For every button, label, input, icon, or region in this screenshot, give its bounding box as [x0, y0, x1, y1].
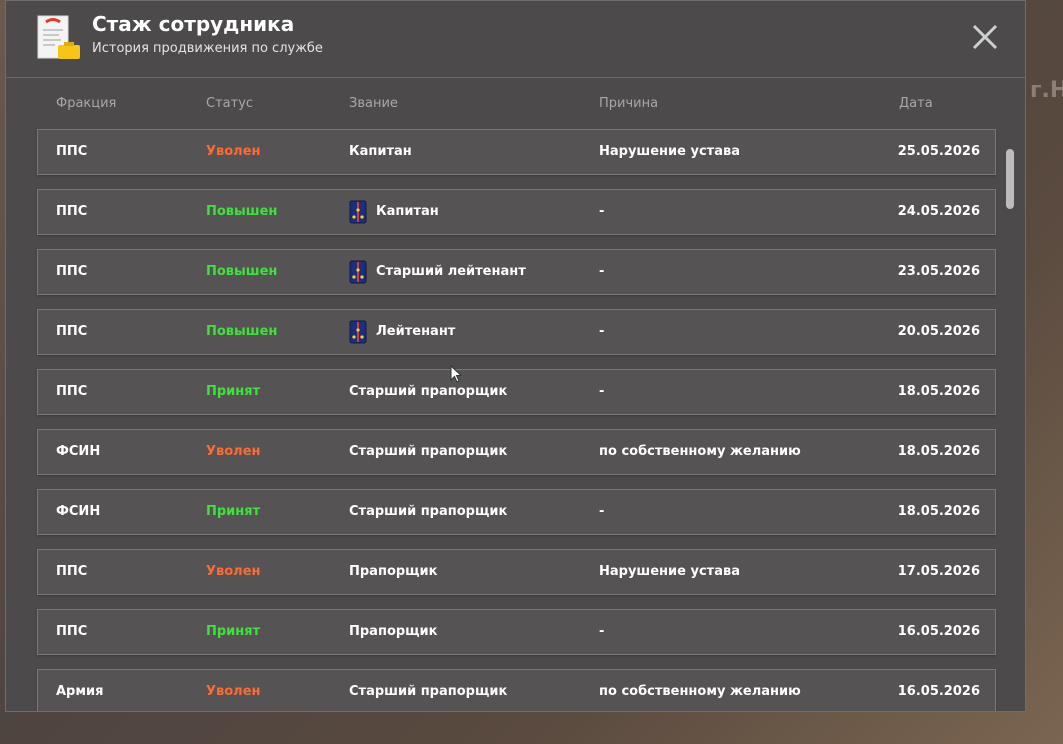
rank-cell: Старший прапорщик: [349, 490, 507, 534]
table-row[interactable]: ППС Уволен Прапорщик Нарушение устава 17.05.…: [37, 549, 996, 595]
rank-cell: Лейтенант: [349, 310, 455, 354]
faction-cell: ФСИН: [56, 444, 101, 459]
reason-cell: Нарушение устава: [599, 144, 740, 159]
rank-cell: Старший прапорщик: [349, 670, 508, 711]
reason-cell: -: [599, 624, 605, 639]
faction-cell: ППС: [56, 384, 88, 399]
rank-label: Прапорщик: [349, 564, 438, 579]
rank-label: Старший прапорщик: [349, 684, 508, 699]
table-row[interactable]: ППС Принят Старший прапорщик - 18.05.2026: [37, 369, 996, 415]
date-cell: 18.05.2026: [897, 504, 980, 519]
table-row[interactable]: ППС Повышен Старший лейтенант - 23.05.2026: [37, 249, 996, 295]
document-icon: [37, 15, 80, 59]
table-row[interactable]: ППС Повышен Лейтенант - 20.05.2026: [37, 309, 996, 355]
column-header-reason: Причина: [599, 96, 659, 111]
faction-cell: ППС: [56, 624, 88, 639]
date-cell: 23.05.2026: [897, 264, 980, 279]
date-cell: 24.05.2026: [897, 204, 980, 219]
date-cell: 25.05.2026: [897, 144, 980, 159]
faction-cell: Армия: [56, 684, 104, 699]
epaulet-icon: [349, 260, 367, 284]
status-badge: Принят: [206, 624, 261, 639]
rank-cell: Капитан: [349, 130, 412, 174]
date-cell: 18.05.2026: [897, 444, 980, 459]
table-row[interactable]: ППС Принят Прапорщик - 16.05.2026: [37, 609, 996, 655]
reason-cell: -: [599, 384, 605, 399]
column-header-status: Статус: [206, 96, 254, 111]
date-cell: 20.05.2026: [897, 324, 980, 339]
mouse-cursor-icon: [450, 365, 463, 383]
faction-cell: ППС: [56, 204, 88, 219]
close-icon[interactable]: [971, 23, 999, 51]
rank-cell: Старший лейтенант: [349, 250, 526, 294]
rank-label: Лейтенант: [376, 324, 456, 339]
table-row[interactable]: ФСИН Принят Старший прапорщик - 18.05.2026: [37, 489, 996, 535]
reason-cell: -: [599, 504, 605, 519]
epaulet-icon: [349, 200, 367, 224]
rank-label: Старший прапорщик: [349, 504, 508, 519]
rank-label: Капитан: [376, 204, 439, 219]
date-cell: 17.05.2026: [897, 564, 980, 579]
reason-cell: -: [599, 204, 605, 219]
rank-cell: Прапорщик: [349, 550, 437, 594]
status-badge: Уволен: [206, 684, 261, 699]
faction-cell: ФСИН: [56, 504, 101, 519]
service-history-modal: Стаж сотрудника История продвижения по с…: [5, 0, 1026, 712]
background-text: г.Н: [1030, 78, 1063, 103]
status-badge: Уволен: [206, 444, 261, 459]
epaulet-icon: [349, 320, 367, 344]
modal-header: Стаж сотрудника История продвижения по с…: [6, 1, 1025, 78]
table-row[interactable]: Армия Уволен Старший прапорщик по собственн…: [37, 669, 996, 711]
rank-cell: Прапорщик: [349, 610, 437, 654]
status-badge: Повышен: [206, 204, 278, 219]
reason-cell: Нарушение устава: [599, 564, 740, 579]
date-cell: 16.05.2026: [897, 624, 980, 639]
page-subtitle: История продвижения по службе: [92, 41, 323, 56]
status-badge: Повышен: [206, 264, 278, 279]
table-row[interactable]: ППС Повышен Капитан - 24.05.2026: [37, 189, 996, 235]
rank-label: Старший лейтенант: [376, 264, 526, 279]
faction-cell: ППС: [56, 144, 88, 159]
column-header-faction: Фракция: [56, 96, 117, 111]
rank-label: Старший прапорщик: [349, 384, 508, 399]
rank-label: Старший прапорщик: [349, 444, 508, 459]
rank-cell: Старший прапорщик: [349, 430, 507, 474]
rank-cell: Старший прапорщик: [349, 370, 507, 414]
page-title: Стаж сотрудника: [92, 12, 295, 36]
column-header-date: Дата: [899, 96, 933, 111]
rank-cell: Капитан: [349, 190, 439, 234]
table-row[interactable]: ППС Уволен Капитан Нарушение устава 25.05.20…: [37, 129, 996, 175]
faction-cell: ППС: [56, 564, 88, 579]
status-badge: Повышен: [206, 324, 278, 339]
column-header-rank: Звание: [349, 96, 398, 111]
rank-label: Прапорщик: [349, 624, 438, 639]
status-badge: Принят: [206, 504, 261, 519]
status-badge: Уволен: [206, 144, 261, 159]
faction-cell: ППС: [56, 264, 88, 279]
reason-cell: по собственному желанию: [599, 684, 801, 699]
reason-cell: по собственному желанию: [599, 444, 801, 459]
history-list: ППС Уволен Капитан Нарушение устава 25.05.20…: [37, 129, 996, 711]
status-badge: Уволен: [206, 564, 261, 579]
date-cell: 18.05.2026: [897, 384, 980, 399]
status-badge: Принят: [206, 384, 261, 399]
faction-cell: ППС: [56, 324, 88, 339]
scrollbar-thumb[interactable]: [1006, 149, 1014, 209]
rank-label: Капитан: [349, 144, 412, 159]
reason-cell: -: [599, 264, 605, 279]
table-row[interactable]: ФСИН Уволен Старший прапорщик по собственно…: [37, 429, 996, 475]
date-cell: 16.05.2026: [897, 684, 980, 699]
reason-cell: -: [599, 324, 605, 339]
